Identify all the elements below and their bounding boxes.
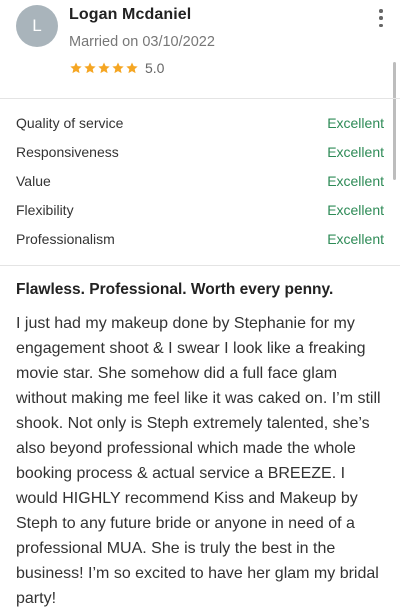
kebab-dot bbox=[379, 23, 383, 27]
divider bbox=[0, 98, 400, 99]
rating-grade: Excellent bbox=[327, 202, 384, 218]
star-icon bbox=[97, 61, 111, 75]
rating-label: Professionalism bbox=[16, 231, 115, 247]
rating-row-value: Value Excellent bbox=[0, 168, 400, 197]
ratings-list: Quality of service Excellent Responsiven… bbox=[0, 110, 400, 255]
rating-label: Flexibility bbox=[16, 202, 74, 218]
reviewer-name[interactable]: Logan Mcdaniel bbox=[69, 6, 191, 24]
rating-row-responsiveness: Responsiveness Excellent bbox=[0, 139, 400, 168]
rating-grade: Excellent bbox=[327, 144, 384, 160]
rating-grade: Excellent bbox=[327, 173, 384, 189]
rating-grade: Excellent bbox=[327, 115, 384, 131]
rating-row-professionalism: Professionalism Excellent bbox=[0, 226, 400, 255]
star-icon bbox=[125, 61, 139, 75]
rating-grade: Excellent bbox=[327, 231, 384, 247]
review-body: I just had my makeup done by Stephanie f… bbox=[16, 315, 381, 607]
kebab-dot bbox=[379, 9, 383, 13]
rating-label: Responsiveness bbox=[16, 144, 119, 160]
star-icon bbox=[69, 61, 83, 75]
divider bbox=[0, 265, 400, 266]
review-content: Flawless. Professional. Worth every penn… bbox=[16, 280, 388, 611]
overall-rating: 5.0 bbox=[69, 60, 164, 76]
star-icon bbox=[83, 61, 97, 75]
rating-label: Value bbox=[16, 173, 51, 189]
rating-row-flexibility: Flexibility Excellent bbox=[0, 197, 400, 226]
star-rating bbox=[69, 61, 139, 75]
married-date: Married on 03/10/2022 bbox=[69, 34, 215, 50]
rating-row-quality: Quality of service Excellent bbox=[0, 110, 400, 139]
more-options-icon[interactable] bbox=[375, 9, 387, 27]
kebab-dot bbox=[379, 16, 383, 20]
avatar: L bbox=[16, 5, 58, 47]
review-header: L Logan Mcdaniel Married on 03/10/2022 5… bbox=[0, 0, 400, 98]
rating-label: Quality of service bbox=[16, 115, 124, 131]
rating-value: 5.0 bbox=[145, 60, 165, 76]
star-icon bbox=[111, 61, 125, 75]
review-title: Flawless. Professional. Worth every penn… bbox=[16, 281, 334, 298]
